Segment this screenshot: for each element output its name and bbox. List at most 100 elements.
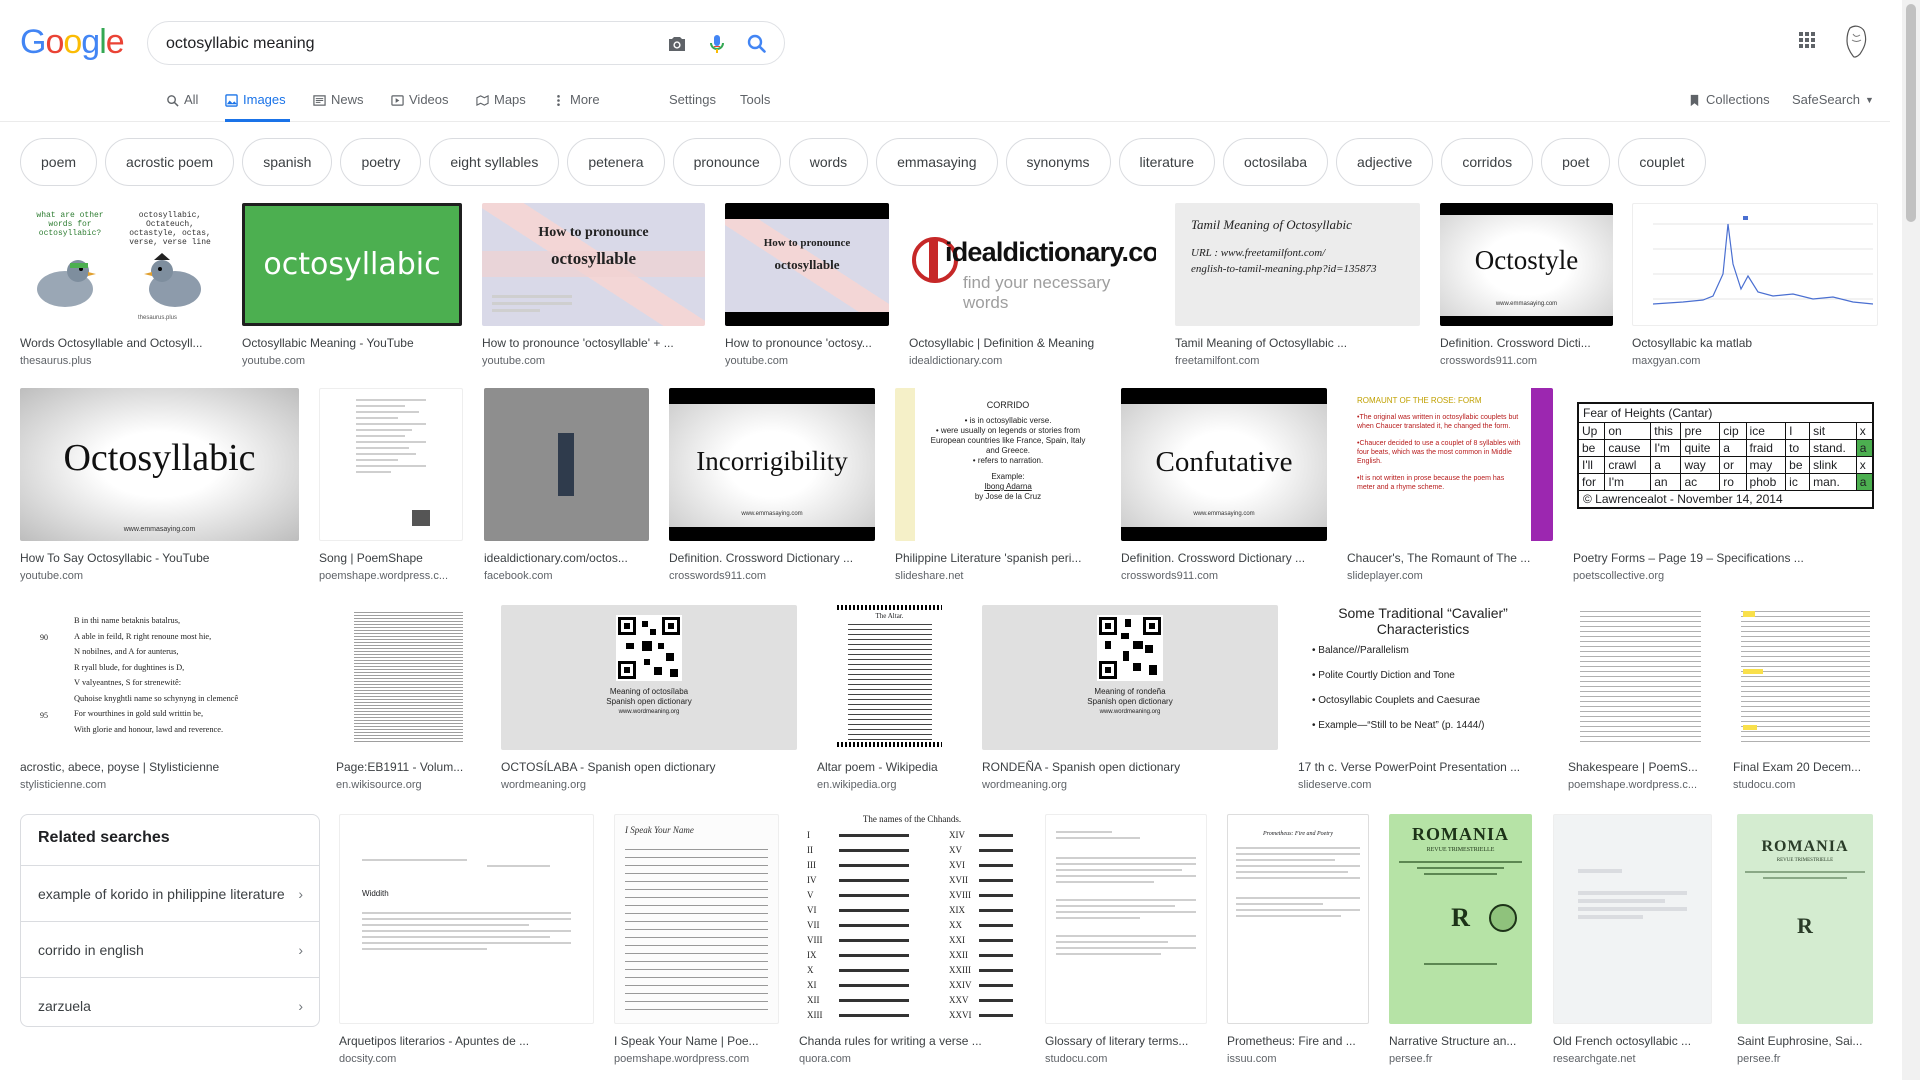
image-result[interactable]: CORRIDO • is in octosyllabic verse. • we… [895,388,1101,583]
image-result[interactable]: Octostyle www.emmasaying.com Definition.… [1440,203,1613,368]
image-result[interactable]: Fear of Heights (Cantar) Up on this pre cip i… [1573,388,1878,583]
table-cell: fraid [1745,439,1787,457]
image-result[interactable]: Meaning of rondeña Spanish open dictiona… [982,605,1278,792]
thumb-text: www.emmasaying.com [1495,301,1558,307]
related-search-item[interactable]: corrido in english › [21,921,319,977]
result-title: OCTOSÍLABA - Spanish open dictionary [501,760,716,774]
image-result[interactable]: Prometheus: Fire and Poetry Prometheus: … [1227,814,1369,1066]
image-result[interactable]: Octosyllabic www.emmasaying.com How To S… [20,388,299,583]
tab-settings[interactable]: Settings [669,84,716,122]
chip[interactable]: adjective [1336,138,1434,186]
thumb-text: by Jose de la Cruz [974,492,1042,501]
result-title: Altar poem - Wikipedia [817,760,938,774]
image-result[interactable]: Old French octosyllabic ... researchgate… [1553,814,1712,1066]
microphone-icon[interactable] [705,32,729,56]
collections-button[interactable]: Collections [1688,84,1770,122]
safesearch-button[interactable]: SafeSearch ▼ [1792,84,1874,122]
thumb-text: XXVI [949,1010,972,1020]
table-cell: stand. [1809,439,1857,457]
tab-videos[interactable]: Videos [391,84,449,122]
apps-grid-icon[interactable] [1795,28,1819,57]
result-source: maxgyan.com [1632,355,1701,367]
thumb-text: I [807,830,810,840]
google-logo[interactable]: Google [20,24,125,60]
thumb-text: VIII [807,935,823,945]
chip[interactable]: poet [1541,138,1611,186]
image-result[interactable]: The Altar. Altar poem - Wikipedia en.wik… [817,605,962,792]
result-thumbnail [336,605,481,750]
tab-more[interactable]: More [552,84,600,122]
image-result[interactable]: How to pronounce octosyllable How to pro… [725,203,889,368]
tab-label: Tools [740,92,771,107]
image-result[interactable]: idealdictionary.com/octos... facebook.co… [484,388,649,583]
thumb-text: Example—“Still to be Neat” (p. 1444/) [1318,720,1485,731]
image-result[interactable]: I Speak Your Name I Speak Your Name | Po… [614,814,779,1066]
related-search-item[interactable]: example of korido in philippine literatu… [21,865,319,921]
result-source: quora.com [799,1053,851,1065]
image-result[interactable]: what are other words for octosyllabic? o… [20,203,223,368]
chip[interactable]: eight syllables [429,138,560,186]
tab-tools[interactable]: Tools [740,84,770,122]
image-result[interactable]: octosyllabic Octosyllabic Meaning - YouT… [242,203,462,368]
chip[interactable]: poetry [340,138,422,186]
chip[interactable]: pronounce [672,138,781,186]
thumb-text: URL : www.freetamilfont.com/ [1191,247,1326,259]
chip[interactable]: literature [1118,138,1215,186]
map-icon [476,94,489,107]
camera-icon[interactable] [665,32,689,56]
image-result[interactable]: Glossary of literary terms... studocu.co… [1045,814,1207,1066]
tab-maps[interactable]: Maps [476,84,526,122]
image-result[interactable]: Shakespeare | PoemS... poemshape.wordpre… [1568,605,1713,792]
thumb-text: IV [807,875,817,885]
related-search-item[interactable]: zarzuela › [21,977,319,1033]
image-result[interactable]: How to pronounce octosyllable How to pro… [482,203,705,368]
chip[interactable]: poem [20,138,98,186]
page-scrollbar[interactable] [1902,0,1920,1080]
chip[interactable]: synonyms [1005,138,1111,186]
result-thumbnail: The names of the Chhands. I II III IV V VI VII… [799,814,1025,1024]
result-thumbnail: Confutative www.emmasaying.com [1121,388,1327,541]
result-thumbnail: what are other words for octosyllabic? o… [20,203,223,326]
image-result[interactable]: Widdith Arquetipos literarios - Apuntes … [339,814,594,1066]
image-result[interactable]: Song | PoemShape poemshape.wordpress.c..… [319,388,463,583]
thumb-text: XXV [949,995,969,1005]
image-result[interactable]: ROMAUNT OF THE ROSE: FORM •The original … [1347,388,1553,583]
search-input[interactable] [166,34,646,54]
thumb-text: Widdith [362,889,389,898]
chip[interactable]: spanish [242,138,333,186]
chip[interactable]: words [788,138,869,186]
table-cell: be [1577,439,1606,457]
image-result[interactable]: Tamil Meaning of Octosyllabic URL : www.… [1175,203,1420,368]
chip[interactable]: petenera [567,138,665,186]
tab-all[interactable]: All [166,84,198,122]
image-result[interactable]: ROMANIA REVUE TRIMESTRIELLE R Saint Euph… [1737,814,1873,1066]
result-title: Prometheus: Fire and ... [1227,1034,1356,1048]
image-result[interactable]: Octosyllabic ka matlab maxgyan.com [1632,203,1878,368]
search-icon[interactable] [745,32,769,56]
tab-images[interactable]: Images [225,84,290,122]
image-result[interactable]: The names of the Chhands. I II III IV V VI VII… [799,814,1025,1066]
scrollbar-thumb[interactable] [1906,4,1916,222]
chip[interactable]: couplet [1618,138,1706,186]
result-thumbnail [1568,605,1713,750]
pigeon-illustration [144,253,201,307]
image-result[interactable]: ROMANIA REVUE TRIMESTRIELLE R Narrative … [1389,814,1532,1066]
avatar[interactable] [1840,24,1872,65]
table-cell: for [1577,473,1606,491]
image-result[interactable]: Confutative www.emmasaying.com Definitio… [1121,388,1327,583]
chip[interactable]: corridos [1441,138,1534,186]
image-result[interactable]: Meaning of octosílaba Spanish open dicti… [501,605,797,792]
table-cell: may [1745,456,1787,474]
image-result[interactable]: 90 95 B in thi name betaknis batalrus, A… [20,605,316,792]
image-result[interactable]: Incorrigibility www.emmasaying.com Defin… [669,388,875,583]
thumb-text: thesaurus.plus [138,315,178,321]
image-result[interactable]: Final Exam 20 Decem... studocu.com [1733,605,1878,792]
image-result[interactable]: Some Traditional “Cavalier” Characterist… [1298,605,1548,792]
image-result[interactable]: idealdictionary.com find your necessary … [909,203,1156,368]
tab-news[interactable]: News [313,84,364,122]
chip[interactable]: acrostic poem [105,138,235,186]
image-result[interactable]: Page:EB1911 - Volum... en.wikisource.org [336,605,481,792]
result-source: poetscollective.org [1573,570,1665,582]
chip[interactable]: emmasaying [876,138,998,186]
chip[interactable]: octosilaba [1223,138,1329,186]
